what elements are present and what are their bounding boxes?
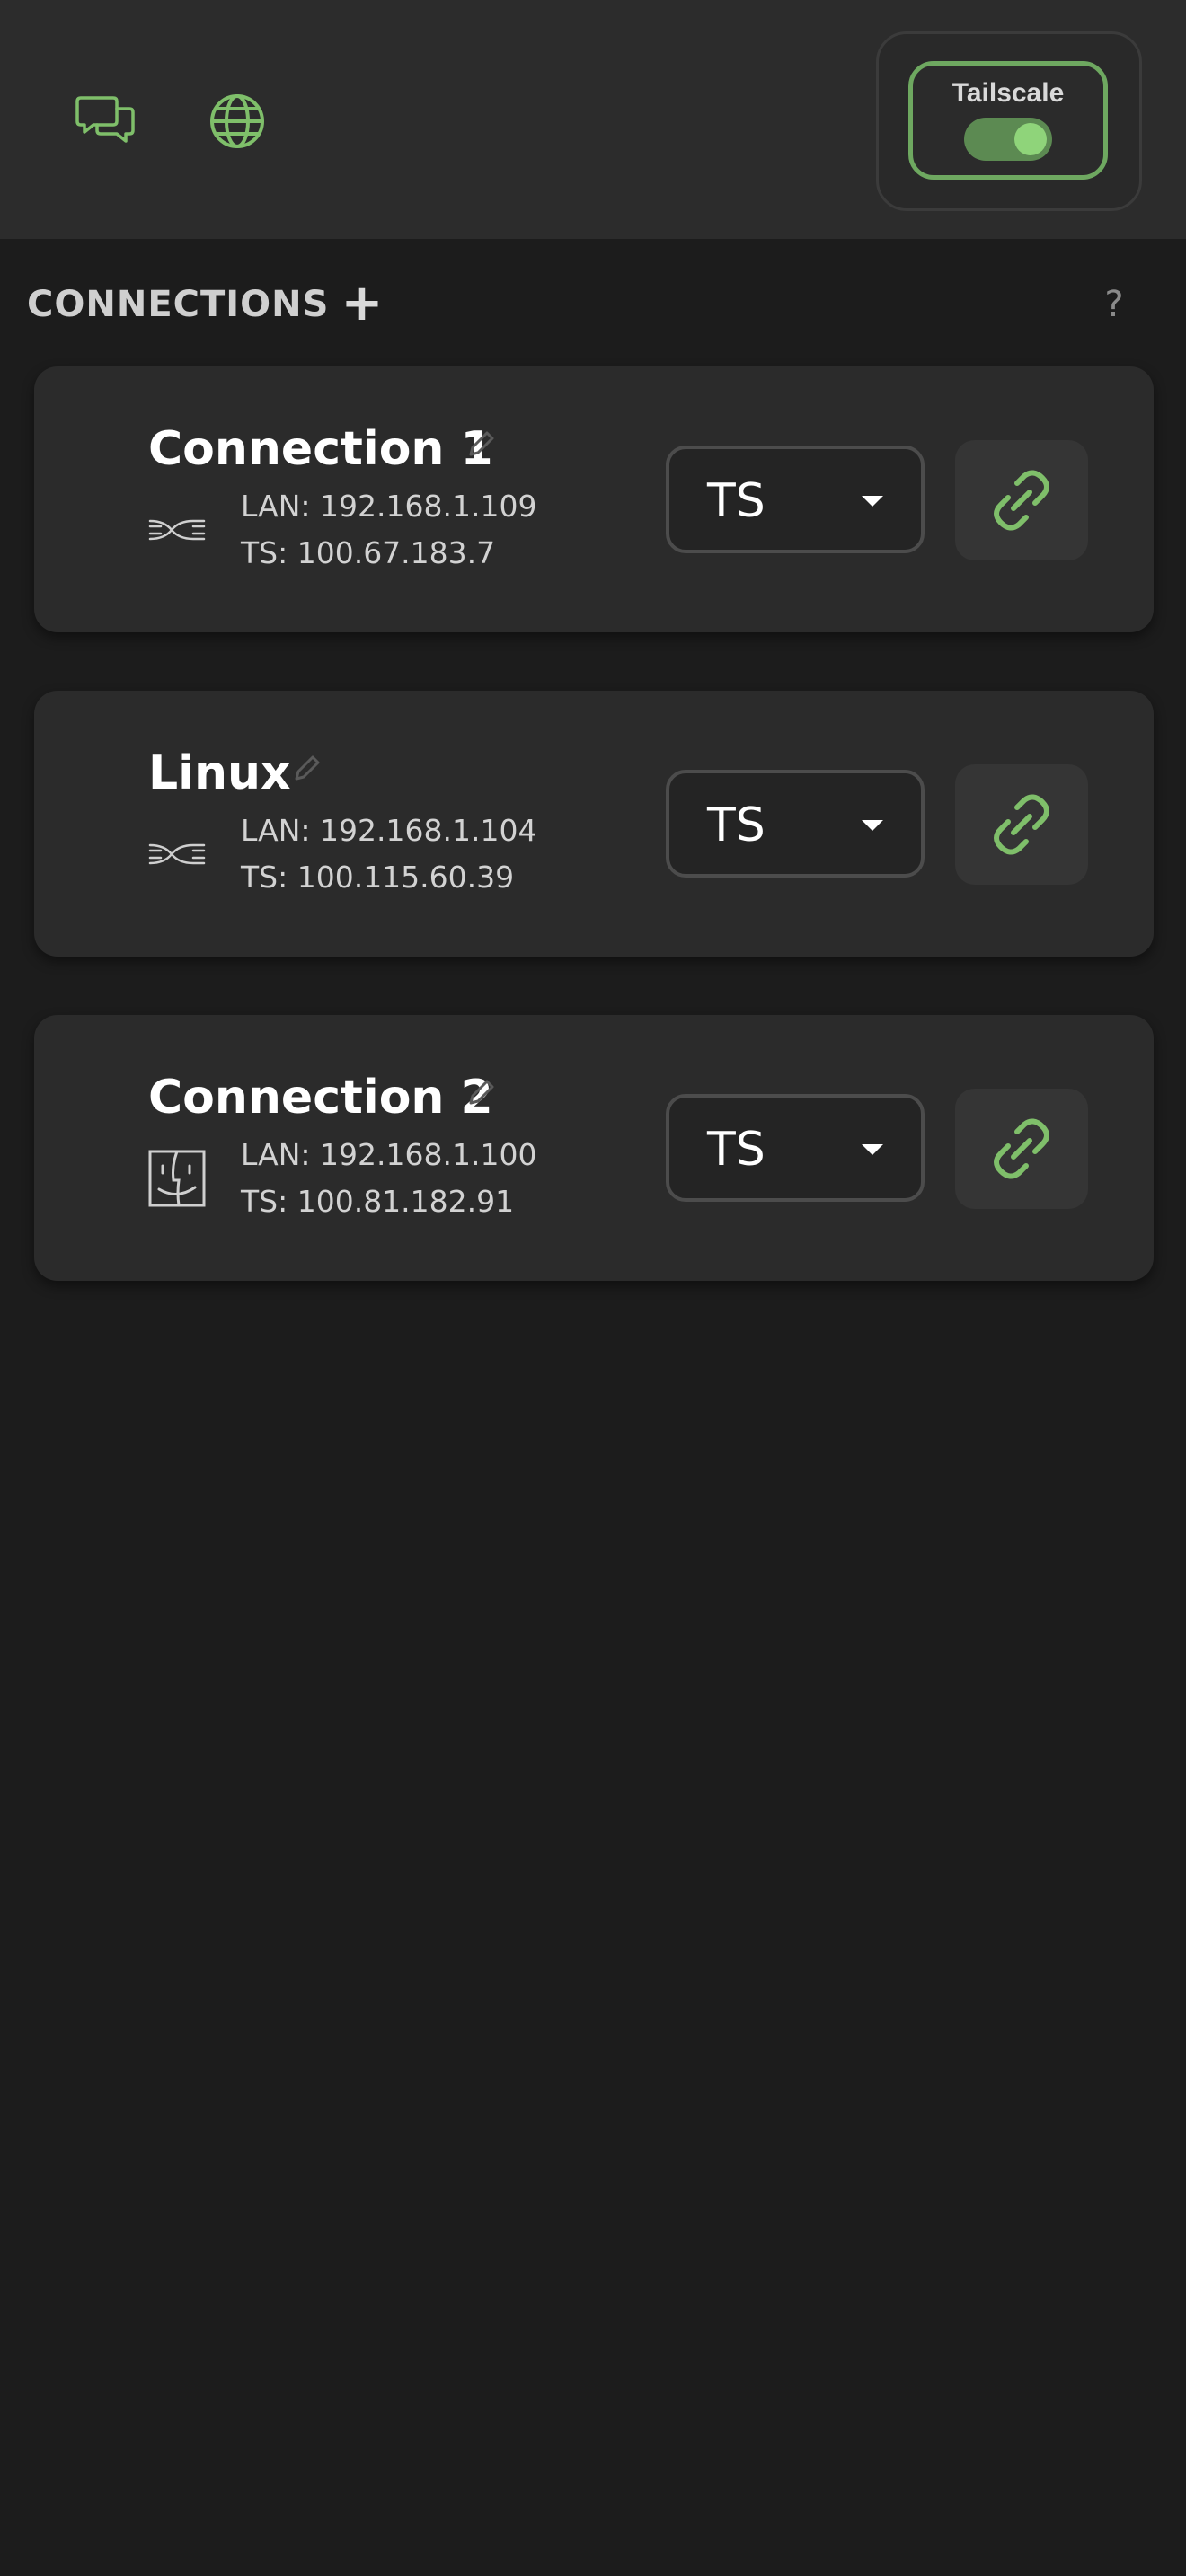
ts-address: TS: 100.115.60.39 <box>241 860 515 895</box>
caret-down-icon <box>862 496 883 507</box>
lan-address: LAN: 192.168.1.100 <box>241 1137 537 1172</box>
connection-mode-value: TS <box>707 474 766 528</box>
section-title: CONNECTIONS <box>27 284 330 325</box>
connection-card[interactable]: Linux LAN: 192.168.1.104 TS: 100.115.60.… <box>34 691 1154 957</box>
connections-header: CONNECTIONS + ? <box>0 269 1186 341</box>
connection-name: Connection 1 <box>148 422 493 476</box>
ts-address: TS: 100.81.182.91 <box>241 1184 515 1219</box>
connection-mode-select[interactable]: TS <box>666 770 925 878</box>
add-connection-button[interactable]: + <box>340 278 385 329</box>
tailscale-switch-knob <box>1014 123 1047 155</box>
lan-address: LAN: 192.168.1.104 <box>241 813 537 848</box>
tailscale-label: Tailscale <box>951 78 1065 108</box>
link-icon <box>994 794 1049 855</box>
connect-button[interactable] <box>955 764 1088 885</box>
connection-mode-value: TS <box>707 798 766 852</box>
connection-mode-select[interactable]: TS <box>666 1094 925 1202</box>
link-icon <box>994 470 1049 531</box>
connection-name: Linux <box>148 746 291 800</box>
network-icon <box>148 519 206 541</box>
connect-button[interactable] <box>955 440 1088 560</box>
edit-icon[interactable] <box>464 426 500 462</box>
connection-card[interactable]: Connection 2 LAN: 192.168.1.100 TS: 100.… <box>34 1015 1154 1281</box>
chat-icon[interactable] <box>74 89 138 154</box>
connection-mode-value: TS <box>707 1123 766 1177</box>
help-button[interactable]: ? <box>1096 284 1132 327</box>
link-icon <box>994 1118 1049 1179</box>
caret-down-icon <box>862 1144 883 1155</box>
connection-name: Connection 2 <box>148 1071 493 1125</box>
edit-icon[interactable] <box>289 750 325 786</box>
connection-mode-select[interactable]: TS <box>666 446 925 553</box>
caret-down-icon <box>862 820 883 831</box>
edit-icon[interactable] <box>464 1074 500 1110</box>
network-icon <box>148 843 206 865</box>
tailscale-toggle-button[interactable]: Tailscale <box>908 61 1108 180</box>
connect-button[interactable] <box>955 1089 1088 1209</box>
connection-card[interactable]: Connection 1 LAN: 192.168.1.109 TS: 100.… <box>34 366 1154 632</box>
lan-address: LAN: 192.168.1.109 <box>241 489 537 524</box>
top-bar: Tailscale <box>0 0 1186 239</box>
ts-address: TS: 100.67.183.7 <box>241 535 496 570</box>
tailscale-switch[interactable] <box>964 118 1052 161</box>
globe-icon[interactable] <box>205 89 270 154</box>
finder-icon <box>148 1150 206 1207</box>
